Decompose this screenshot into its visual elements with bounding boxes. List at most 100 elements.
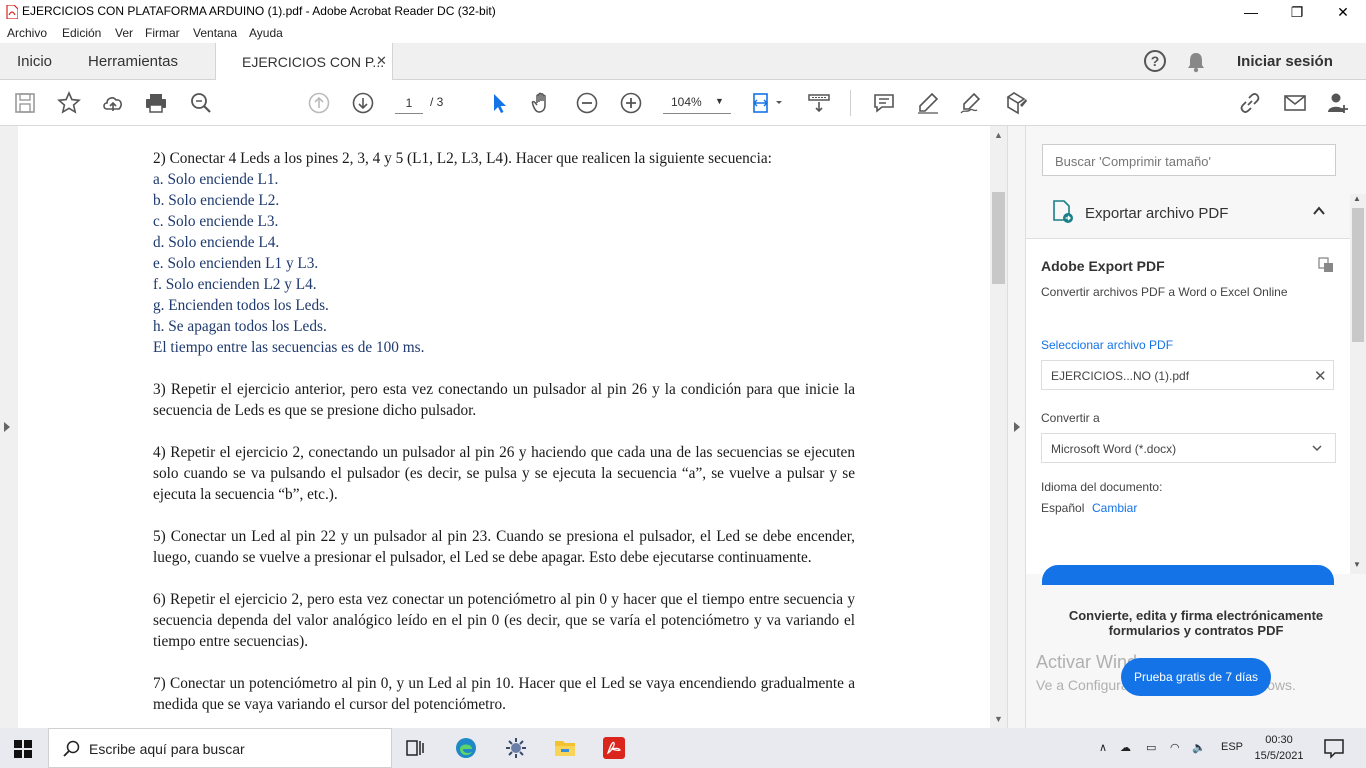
- windows-start-icon[interactable]: [14, 740, 32, 758]
- language-indicator[interactable]: ESP: [1221, 741, 1243, 753]
- zoom-search-icon[interactable]: [189, 91, 213, 115]
- right-pane-toggle[interactable]: [1007, 126, 1026, 728]
- list-item: e. Solo encienden L1 y L3.: [153, 255, 319, 272]
- signin-button[interactable]: Iniciar sesión: [1237, 53, 1333, 70]
- chevron-down-icon: [1312, 445, 1322, 452]
- tray-chevron-up-icon[interactable]: ∧: [1099, 741, 1107, 754]
- list-item: c. Solo enciende L3.: [153, 213, 279, 230]
- menu-ventana[interactable]: Ventana: [193, 26, 237, 40]
- scroll-up-icon[interactable]: ▲: [1353, 194, 1361, 203]
- file-explorer-icon[interactable]: [553, 736, 577, 760]
- zoom-select[interactable]: 104% ▼: [663, 92, 731, 114]
- exercise-6: 6) Repetir el ejercicio 2, pero esta vez…: [153, 591, 855, 650]
- pdf-page: 2) Conectar 4 Leds a los pines 2, 3, 4 y…: [18, 126, 990, 728]
- export-pdf-header[interactable]: Exportar archivo PDF: [1026, 186, 1350, 238]
- format-select[interactable]: Microsoft Word (*.docx): [1041, 433, 1336, 463]
- taskbar-search-input[interactable]: Escribe aquí para buscar: [48, 728, 392, 768]
- battery-icon[interactable]: ▭: [1146, 741, 1156, 754]
- share-link-icon[interactable]: [1238, 91, 1262, 115]
- menu-firmar[interactable]: Firmar: [145, 26, 180, 40]
- select-cursor-icon[interactable]: [487, 91, 511, 115]
- scroll-down-icon[interactable]: ▼: [994, 714, 1003, 724]
- tab-document[interactable]: EJERCICIOS CON P... ✕: [215, 43, 393, 81]
- task-view-icon[interactable]: [404, 736, 428, 760]
- selected-file-name: EJERCICIOS...NO (1).pdf: [1051, 369, 1190, 383]
- email-icon[interactable]: [1283, 91, 1307, 115]
- convert-to-label: Convertir a: [1041, 411, 1100, 425]
- select-file-link[interactable]: Seleccionar archivo PDF: [1041, 338, 1173, 352]
- network-sync-icon[interactable]: ☁: [1120, 741, 1131, 754]
- zoom-out-icon[interactable]: [575, 91, 599, 115]
- highlight-pen-icon[interactable]: [916, 91, 940, 115]
- scrollbar-thumb[interactable]: [992, 192, 1005, 284]
- close-window-button[interactable]: ✕: [1320, 0, 1366, 24]
- menu-ver[interactable]: Ver: [115, 26, 133, 40]
- window-title: EJERCICIOS CON PLATAFORMA ARDUINO (1).pd…: [22, 4, 496, 18]
- menu-archivo[interactable]: Archivo: [7, 26, 47, 40]
- export-pdf-card: Adobe Export PDF Convertir archivos PDF …: [1026, 238, 1350, 585]
- help-icon[interactable]: ?: [1144, 50, 1166, 72]
- exercise-7: 7) Conectar un potenciómetro al pin 0, y…: [153, 675, 855, 713]
- prev-page-icon[interactable]: [307, 91, 331, 115]
- minimize-button[interactable]: —: [1228, 0, 1274, 24]
- chevron-down-icon: ▼: [715, 96, 724, 106]
- volume-icon[interactable]: 🔈: [1192, 741, 1206, 754]
- clear-file-button[interactable]: ✕: [1314, 367, 1327, 385]
- scroll-down-icon[interactable]: ▼: [1353, 560, 1361, 569]
- edge-browser-icon[interactable]: [454, 736, 478, 760]
- next-page-icon[interactable]: [351, 91, 375, 115]
- chevron-up-icon[interactable]: [1312, 204, 1326, 218]
- promo-text: Convierte, edita y firma electrónicament…: [1068, 608, 1324, 638]
- convert-button[interactable]: [1042, 565, 1334, 585]
- save-icon[interactable]: [13, 91, 37, 115]
- add-user-icon[interactable]: [1326, 91, 1350, 115]
- scroll-up-icon[interactable]: ▲: [994, 130, 1003, 140]
- tab-tools[interactable]: Herramientas: [88, 53, 178, 70]
- language-label: Idioma del documento:: [1041, 480, 1163, 494]
- comment-icon[interactable]: [872, 91, 896, 115]
- menu-ayuda[interactable]: Ayuda: [249, 26, 283, 40]
- change-language-link[interactable]: Cambiar: [1092, 501, 1137, 515]
- left-panel-toggle-icon[interactable]: [4, 422, 10, 432]
- scroll-mode-icon[interactable]: [807, 91, 831, 115]
- selected-file-field[interactable]: EJERCICIOS...NO (1).pdf ✕: [1041, 360, 1334, 390]
- export-pdf-icon: [1053, 200, 1073, 223]
- tools-search-input[interactable]: Buscar 'Comprimir tamaño': [1042, 144, 1336, 176]
- fit-page-icon[interactable]: [752, 91, 786, 115]
- list-item: a. Solo enciende L1.: [153, 171, 279, 188]
- zoom-in-icon[interactable]: [619, 91, 643, 115]
- list-item: h. Se apagan todos los Leds.: [153, 318, 327, 335]
- copy-icon[interactable]: [1318, 257, 1334, 273]
- print-icon[interactable]: [144, 91, 168, 115]
- notifications-icon[interactable]: [1322, 736, 1346, 760]
- clock-date: 15/5/2021: [1254, 750, 1304, 762]
- toolbar-divider: [850, 90, 851, 116]
- maximize-button[interactable]: ❐: [1274, 0, 1320, 24]
- list-item: b. Solo enciende L2.: [153, 192, 280, 209]
- free-trial-button[interactable]: Prueba gratis de 7 días: [1121, 658, 1271, 696]
- wifi-icon[interactable]: ◠: [1170, 741, 1180, 754]
- title-bar: EJERCICIOS CON PLATAFORMA ARDUINO (1).pd…: [0, 0, 1366, 24]
- hand-tool-icon[interactable]: [530, 91, 554, 115]
- list-item: d. Solo enciende L4.: [153, 234, 280, 251]
- page-number-input[interactable]: [395, 92, 423, 114]
- upload-cloud-icon[interactable]: [101, 91, 125, 115]
- card-title: Adobe Export PDF: [1041, 258, 1165, 274]
- document-viewport[interactable]: 2) Conectar 4 Leds a los pines 2, 3, 4 y…: [0, 126, 1007, 728]
- exercise-5: 5) Conectar un Led al pin 22 y un pulsad…: [153, 528, 855, 566]
- document-scrollbar[interactable]: ▲ ▼: [990, 126, 1007, 728]
- tab-home[interactable]: Inicio: [17, 53, 52, 70]
- exercise-4: 4) Repetir el ejercicio 2, conectando un…: [153, 444, 855, 503]
- format-value: Microsoft Word (*.docx): [1051, 442, 1177, 456]
- taskbar-clock[interactable]: 00:30 15/5/2021: [1254, 732, 1304, 764]
- tab-close-button[interactable]: ✕: [376, 53, 387, 69]
- app-gear-icon[interactable]: [504, 736, 528, 760]
- bell-icon[interactable]: [1186, 51, 1206, 73]
- menu-edicion[interactable]: Edición: [62, 26, 101, 40]
- star-icon[interactable]: [57, 91, 81, 115]
- scrollbar-thumb[interactable]: [1352, 208, 1364, 342]
- acrobat-taskbar-icon[interactable]: [602, 736, 626, 760]
- fill-sign-icon[interactable]: [1004, 91, 1028, 115]
- tools-pane-scrollbar[interactable]: ▲ ▼: [1350, 194, 1366, 574]
- sign-icon[interactable]: [959, 91, 983, 115]
